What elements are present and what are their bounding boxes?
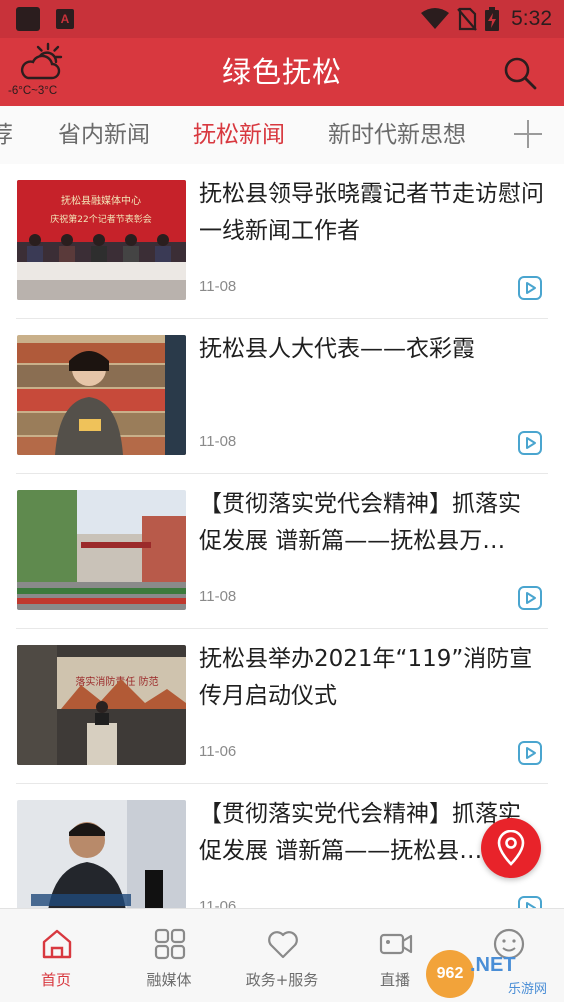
news-title[interactable]: 【贯彻落实党代会精神】抓落实 促发展 谱新篇——抚松县万… [199, 486, 549, 560]
news-title[interactable]: 抚松县人大代表——衣彩霞 [199, 331, 549, 368]
news-item[interactable]: 【贯彻落实党代会精神】抓落实 促发展 谱新篇——抚松县万… 11-08 [0, 474, 564, 629]
video-play-icon [518, 896, 542, 908]
notification-app-icon [16, 7, 40, 31]
notification-a-icon: A [56, 9, 74, 29]
location-pin-icon [497, 830, 525, 866]
no-sim-icon [457, 7, 477, 31]
category-tabs: 荐 省内新闻 抚松新闻 新时代新思想 [0, 106, 564, 164]
video-play-icon [518, 431, 542, 455]
battery-charging-icon [485, 7, 500, 31]
plus-icon[interactable] [514, 120, 542, 148]
news-title[interactable]: 抚松县领导张晓霞记者节走访慰问一线新闻工作者 [199, 176, 549, 250]
tab-recommend[interactable]: 荐 [0, 106, 13, 164]
svg-text:庆祝第22个记者节表彰会: 庆祝第22个记者节表彰会 [50, 213, 151, 225]
news-thumbnail: 抚松县融媒体中心 庆祝第22个记者节表彰会 [17, 180, 186, 300]
watermark-badge: 962 [426, 950, 474, 998]
nav-label: 融媒体 [146, 971, 192, 989]
heart-icon [268, 931, 298, 959]
svg-text:抚松县融媒体中心: 抚松县融媒体中心 [61, 194, 141, 207]
news-item[interactable]: 【贯彻落实党代会精神】抓落实 促发展 谱新篇——抚松县… 11-06 [0, 784, 564, 908]
nav-label: 首页 [40, 971, 71, 989]
status-bar: A 5:32 [0, 0, 564, 38]
news-item[interactable]: 抚松县融媒体中心 庆祝第22个记者节表彰会 抚松县领导张晓霞记者节走访慰问一线新… [0, 164, 564, 319]
watermark-text: .NET [470, 954, 516, 976]
news-date: 11-06 [199, 898, 237, 908]
tab-new-era-thought[interactable]: 新时代新思想 [328, 106, 466, 164]
grid-icon [154, 928, 186, 960]
video-play-icon [518, 586, 542, 610]
news-feed: 抚松县融媒体中心 庆祝第22个记者节表彰会 抚松县领导张晓霞记者节走访慰问一线新… [0, 164, 564, 908]
watermark-subtext: 乐游网 [508, 982, 548, 997]
wifi-icon [421, 8, 450, 29]
news-date: 11-08 [199, 278, 237, 295]
search-button[interactable] [502, 55, 538, 91]
news-date: 11-06 [199, 743, 237, 760]
app-title: 绿色抚松 [221, 55, 342, 89]
app-header: -6°C~3°C 绿色抚松 [0, 38, 564, 106]
status-time: 5:32 [511, 7, 552, 30]
news-date: 11-08 [199, 588, 237, 605]
news-date: 11-08 [199, 433, 237, 450]
news-thumbnail [17, 490, 186, 610]
tab-fusong-news[interactable]: 抚松新闻 [193, 106, 285, 164]
home-icon [42, 929, 72, 959]
news-thumbnail [17, 335, 186, 455]
location-button[interactable] [481, 818, 541, 878]
news-item[interactable]: 落实消防责任 防范 抚松县举办2021年“119”消防宣传月启动仪式 11-06 [0, 629, 564, 784]
news-title[interactable]: 抚松县举办2021年“119”消防宣传月启动仪式 [199, 641, 549, 715]
search-icon [504, 57, 537, 90]
status-bar-right: 5:32 [421, 0, 552, 38]
site-watermark: 962 .NET 乐游网 [426, 950, 560, 998]
tab-provincial-news[interactable]: 省内新闻 [58, 106, 150, 164]
video-camera-icon [379, 933, 413, 955]
news-thumbnail: 落实消防责任 防范 [17, 645, 186, 765]
news-thumbnail [17, 800, 186, 908]
video-play-icon [518, 276, 542, 300]
nav-home[interactable]: 首页 [0, 909, 112, 1002]
news-item[interactable]: 抚松县人大代表——衣彩霞 11-08 [0, 319, 564, 474]
nav-media[interactable]: 融媒体 [113, 909, 225, 1002]
video-play-icon [518, 741, 542, 765]
nav-government-services[interactable]: 政务+服务 [226, 909, 338, 1002]
nav-label: 政务+服务 [245, 971, 319, 989]
